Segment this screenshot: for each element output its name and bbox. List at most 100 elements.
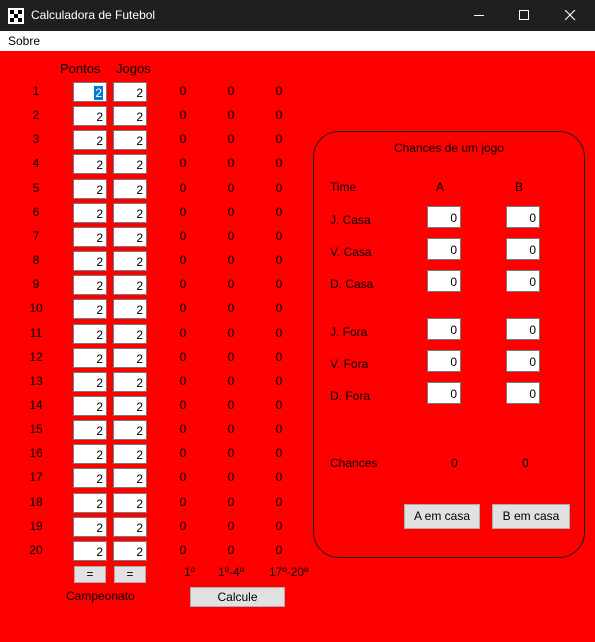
points-input[interactable]: 2 — [73, 179, 107, 199]
relegation-chance: 0 — [275, 470, 283, 484]
equalize-games-button[interactable]: = — [114, 566, 146, 583]
a-home-button[interactable]: A em casa — [404, 504, 480, 529]
points-input[interactable]: 2 — [73, 82, 107, 102]
app-window: Calculadora de Futebol Sobre Pontos Jogo… — [0, 0, 595, 642]
team-b-input[interactable]: 0 — [506, 270, 540, 292]
games-input[interactable]: 2 — [113, 154, 147, 174]
team-b-input[interactable]: 0 — [506, 206, 540, 228]
b-home-button[interactable]: B em casa — [492, 504, 570, 529]
points-input[interactable]: 2 — [73, 444, 107, 464]
menu-sobre[interactable]: Sobre — [8, 34, 40, 48]
close-button[interactable] — [548, 0, 594, 31]
points-input[interactable]: 2 — [73, 493, 107, 513]
games-input[interactable]: 2 — [113, 396, 147, 416]
games-input[interactable]: 2 — [113, 227, 147, 247]
team-a-input[interactable]: 0 — [427, 270, 461, 292]
games-input[interactable]: 2 — [113, 444, 147, 464]
games-input[interactable]: 2 — [113, 82, 147, 102]
points-input[interactable]: 2 — [73, 468, 107, 488]
points-input[interactable]: 2 — [73, 275, 107, 295]
games-input[interactable]: 2 — [113, 106, 147, 126]
row-number: 18 — [29, 495, 43, 509]
first-place-chance: 0 — [179, 543, 187, 557]
match-row-label: J. Casa — [330, 213, 371, 227]
top-four-chance: 0 — [227, 253, 235, 267]
games-input[interactable]: 2 — [113, 372, 147, 392]
first-place-chance: 0 — [179, 253, 187, 267]
games-input[interactable]: 2 — [113, 420, 147, 440]
games-input[interactable]: 2 — [113, 203, 147, 223]
maximize-button[interactable] — [502, 0, 548, 31]
relegation-chance: 0 — [275, 422, 283, 436]
top-four-chance: 0 — [227, 132, 235, 146]
top-four-chance: 0 — [227, 181, 235, 195]
team-b-input[interactable]: 0 — [506, 238, 540, 260]
row-number: 8 — [32, 253, 40, 267]
first-place-chance: 0 — [179, 108, 187, 122]
points-input[interactable]: 2 — [73, 299, 107, 319]
team-b-input[interactable]: 0 — [506, 318, 540, 340]
team-b-input[interactable]: 0 — [506, 350, 540, 372]
top-four-chance: 0 — [227, 446, 235, 460]
points-input[interactable]: 2 — [73, 348, 107, 368]
first-place-chance: 0 — [179, 205, 187, 219]
equalize-points-button[interactable]: = — [74, 566, 106, 583]
games-input[interactable]: 2 — [113, 468, 147, 488]
top-four-chance: 0 — [227, 277, 235, 291]
row-number: 11 — [29, 326, 43, 340]
top-four-chance: 0 — [227, 543, 235, 557]
relegation-chance: 0 — [275, 108, 283, 122]
relegation-chance: 0 — [275, 229, 283, 243]
minimize-button[interactable] — [457, 0, 503, 31]
games-input[interactable]: 2 — [113, 275, 147, 295]
points-input[interactable]: 2 — [73, 396, 107, 416]
games-input[interactable]: 2 — [113, 348, 147, 368]
chances-label: Chances — [330, 456, 378, 470]
first-place-chance: 0 — [179, 277, 187, 291]
first-place-chance: 0 — [179, 446, 187, 460]
top-four-chance: 0 — [227, 374, 235, 388]
maximize-icon — [519, 10, 529, 20]
team-a-input[interactable]: 0 — [427, 350, 461, 372]
points-input[interactable]: 2 — [73, 130, 107, 150]
games-input[interactable]: 2 — [113, 130, 147, 150]
relegation-chance: 0 — [275, 181, 283, 195]
row-number: 14 — [29, 398, 43, 412]
team-label: Time — [330, 180, 357, 194]
points-input[interactable]: 2 — [73, 106, 107, 126]
games-input[interactable]: 2 — [113, 299, 147, 319]
points-input[interactable]: 2 — [73, 517, 107, 537]
games-input[interactable]: 2 — [113, 493, 147, 513]
team-a-input[interactable]: 0 — [427, 382, 461, 404]
points-input[interactable]: 2 — [73, 227, 107, 247]
games-input[interactable]: 2 — [113, 541, 147, 561]
points-input[interactable]: 2 — [73, 372, 107, 392]
games-input[interactable]: 2 — [113, 179, 147, 199]
points-input[interactable]: 2 — [73, 251, 107, 271]
first-place-chance: 0 — [179, 519, 187, 533]
relegation-chance: 0 — [275, 519, 283, 533]
first-place-label: 1º — [184, 565, 196, 579]
row-number: 13 — [29, 374, 43, 388]
top-four-chance: 0 — [227, 350, 235, 364]
points-input[interactable]: 2 — [73, 154, 107, 174]
team-b-input[interactable]: 0 — [506, 382, 540, 404]
championship-label: Campeonato — [66, 589, 135, 603]
team-a-input[interactable]: 0 — [427, 318, 461, 340]
first-place-chance: 0 — [179, 132, 187, 146]
games-input[interactable]: 2 — [113, 517, 147, 537]
row-number: 16 — [29, 446, 43, 460]
row-number: 1 — [32, 84, 40, 98]
points-input[interactable]: 2 — [73, 203, 107, 223]
games-input[interactable]: 2 — [113, 324, 147, 344]
relegation-chance: 0 — [275, 156, 283, 170]
team-a-input[interactable]: 0 — [427, 238, 461, 260]
team-a-input[interactable]: 0 — [427, 206, 461, 228]
team-a-header: A — [436, 180, 445, 194]
relegation-chance: 0 — [275, 205, 283, 219]
points-input[interactable]: 2 — [73, 420, 107, 440]
points-input[interactable]: 2 — [73, 324, 107, 344]
games-input[interactable]: 2 — [113, 251, 147, 271]
calculate-button[interactable]: Calcule — [190, 587, 285, 607]
points-input[interactable]: 2 — [73, 541, 107, 561]
